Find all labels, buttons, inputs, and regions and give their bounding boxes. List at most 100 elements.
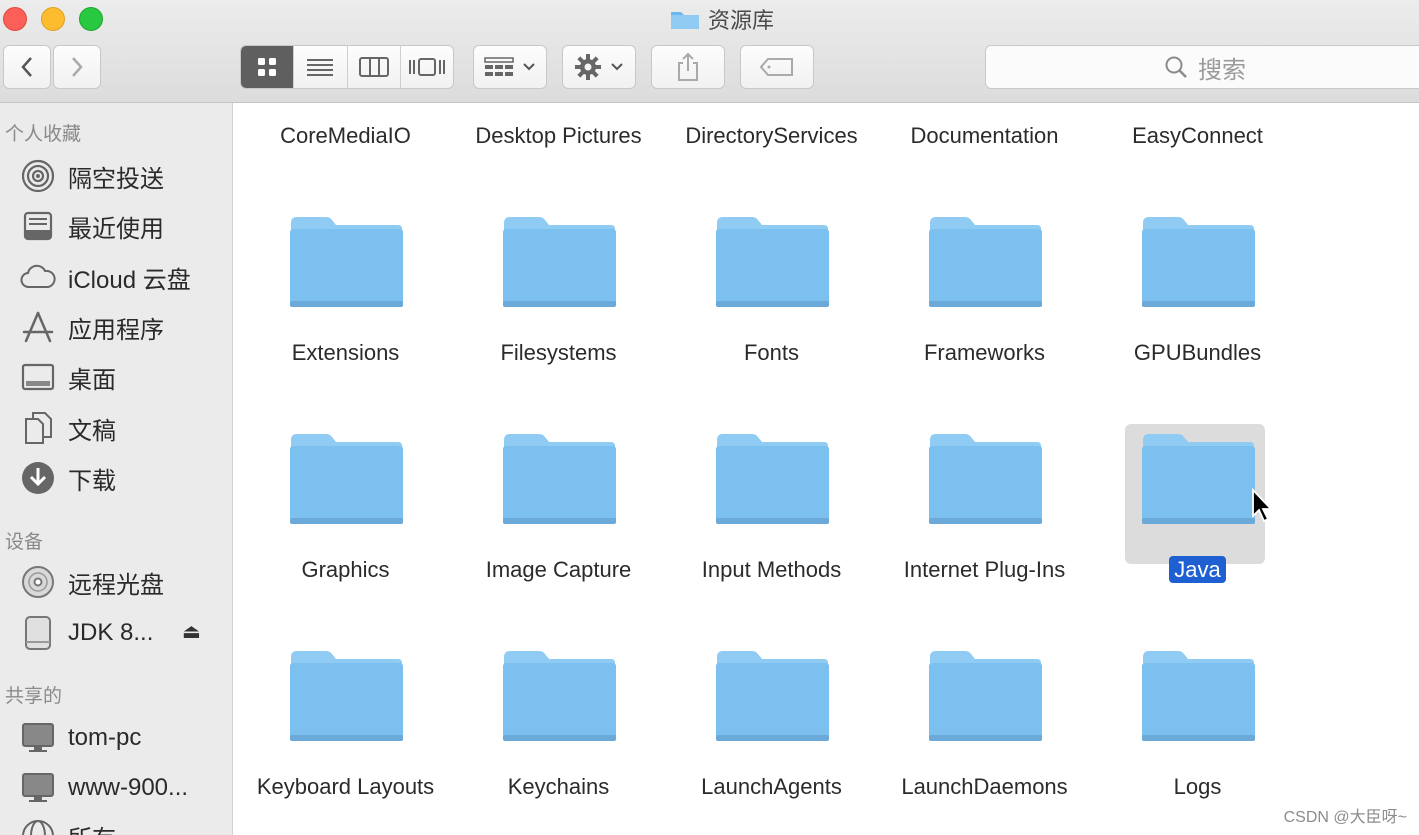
sidebar-item-label: 下载 xyxy=(68,467,116,495)
folder-item[interactable]: DirectoryServices xyxy=(665,104,878,154)
folder-item[interactable]: Frameworks xyxy=(878,215,1091,432)
sidebar-item-applications[interactable]: 应用程序 xyxy=(20,307,164,347)
sidebar-item-remote-disc[interactable]: 远程光盘 xyxy=(20,562,164,602)
icon-view-button[interactable] xyxy=(241,46,295,88)
action-button[interactable] xyxy=(562,45,636,89)
chevron-down-icon xyxy=(523,63,535,71)
sidebar-item-www-900[interactable]: www-900... xyxy=(20,768,188,808)
folder-label-text: Internet Plug-Ins xyxy=(903,557,1066,582)
folder-label-text: LaunchAgents xyxy=(701,774,842,799)
toolbar: 资源库 搜索 xyxy=(0,0,1419,103)
folder-label: Internet Plug-Ins xyxy=(878,557,1091,583)
sidebar-item-documents[interactable]: 文稿 xyxy=(20,408,116,448)
folder-item[interactable]: Documentation xyxy=(878,104,1091,154)
folder-item-selected[interactable]: Java xyxy=(1091,424,1304,649)
folder-icon xyxy=(1142,434,1255,524)
minimize-button[interactable] xyxy=(41,7,65,31)
sidebar-item-recents[interactable]: 最近使用 xyxy=(20,206,164,246)
computer-icon xyxy=(20,720,56,756)
folder-item[interactable]: LaunchDaemons xyxy=(878,649,1091,835)
cloud-icon xyxy=(20,259,56,295)
recents-icon xyxy=(20,208,56,244)
close-button[interactable] xyxy=(3,7,27,31)
sidebar-item-label: 远程光盘 xyxy=(68,571,164,599)
airdrop-icon xyxy=(20,158,56,194)
folder-label: Keyboard Layouts xyxy=(239,774,452,800)
folder-label: LaunchDaemons xyxy=(878,774,1091,800)
folder-item[interactable]: Internet Plug-Ins xyxy=(878,432,1091,649)
sidebar: 个人收藏 隔空投送 最近使用 iCloud 云盘 应用程序 桌面 文稿 下载 设… xyxy=(0,103,233,835)
sidebar-item-icloud[interactable]: iCloud 云盘 xyxy=(20,257,191,297)
sidebar-item-jdk[interactable]: JDK 8... xyxy=(20,613,153,653)
folder-icon xyxy=(671,12,699,29)
folder-icon xyxy=(929,217,1042,307)
sidebar-item-all[interactable]: 所有 xyxy=(20,816,116,835)
sidebar-item-label: JDK 8... xyxy=(68,619,154,646)
folder-item[interactable]: Filesystems xyxy=(452,215,665,432)
folder-item[interactable]: Keychains xyxy=(452,649,665,835)
devices-header: 设备 xyxy=(5,532,44,553)
search-field[interactable]: 搜索 xyxy=(985,45,1419,89)
downloads-icon xyxy=(20,460,56,496)
folder-item[interactable]: Logs xyxy=(1091,649,1304,835)
share-icon xyxy=(678,52,698,81)
sidebar-item-desktop[interactable]: 桌面 xyxy=(20,357,116,397)
share-button[interactable] xyxy=(651,45,725,89)
gear-icon xyxy=(575,54,601,80)
folder-item[interactable]: Graphics xyxy=(239,432,452,649)
disc-icon xyxy=(20,564,56,600)
sidebar-item-label: 最近使用 xyxy=(68,215,164,243)
folder-label: GPUBundles xyxy=(1091,340,1304,366)
folder-label-text: Fonts xyxy=(743,340,800,365)
folder-item[interactable]: Input Methods xyxy=(665,432,878,649)
sidebar-item-downloads[interactable]: 下载 xyxy=(20,458,116,498)
eject-icon[interactable]: ⏏ xyxy=(182,619,201,644)
folder-item[interactable]: GPUBundles xyxy=(1091,215,1304,432)
favorites-header: 个人收藏 xyxy=(5,124,82,145)
search-icon xyxy=(1165,56,1187,78)
cover-flow-button[interactable] xyxy=(401,46,453,88)
sidebar-item-tom-pc[interactable]: tom-pc xyxy=(20,718,141,758)
sidebar-item-airdrop[interactable]: 隔空投送 xyxy=(20,156,164,196)
folder-label: Graphics xyxy=(239,557,452,583)
zoom-button[interactable] xyxy=(79,7,103,31)
chevron-right-icon xyxy=(72,57,83,77)
sidebar-item-label: 隔空投送 xyxy=(68,165,164,193)
folder-label: Image Capture xyxy=(452,557,665,583)
folder-icon xyxy=(1142,217,1255,307)
sidebar-item-label: iCloud 云盘 xyxy=(68,266,191,294)
view-mode-segment xyxy=(240,45,454,89)
folder-label: Desktop Pictures xyxy=(475,123,642,148)
folder-item[interactable]: LaunchAgents xyxy=(665,649,878,835)
documents-icon xyxy=(20,410,56,446)
folder-item[interactable]: Extensions xyxy=(239,215,452,432)
folder-icon xyxy=(716,217,829,307)
folder-label: DirectoryServices xyxy=(685,123,858,148)
window-title-text: 资源库 xyxy=(708,8,775,33)
column-view-button[interactable] xyxy=(348,46,401,88)
folder-icon xyxy=(290,651,403,741)
folder-label-text: Java xyxy=(1169,556,1226,583)
sidebar-item-label: 桌面 xyxy=(68,366,116,394)
arrange-button[interactable] xyxy=(473,45,547,89)
folder-label: Fonts xyxy=(665,340,878,366)
mouse-pointer-icon xyxy=(1251,487,1275,529)
folder-item[interactable]: CoreMediaIO xyxy=(239,104,452,154)
folder-item[interactable]: Fonts xyxy=(665,215,878,432)
folder-item[interactable]: Keyboard Layouts xyxy=(239,649,452,835)
folder-icon xyxy=(503,434,616,524)
tag-button[interactable] xyxy=(740,45,814,89)
folder-item[interactable]: Desktop Pictures xyxy=(452,104,665,154)
column-view-icon xyxy=(358,57,389,77)
network-icon xyxy=(20,818,56,835)
sidebar-item-label: tom-pc xyxy=(68,724,142,751)
folder-icon xyxy=(290,434,403,524)
folder-item[interactable]: Image Capture xyxy=(452,432,665,649)
folder-icon xyxy=(929,651,1042,741)
forward-button[interactable] xyxy=(53,45,101,89)
sidebar-item-label: 应用程序 xyxy=(68,316,164,344)
folder-item[interactable]: EasyConnect xyxy=(1091,104,1304,154)
back-button[interactable] xyxy=(3,45,51,89)
sidebar-item-label: www-900... xyxy=(68,774,189,801)
list-view-button[interactable] xyxy=(294,46,348,88)
